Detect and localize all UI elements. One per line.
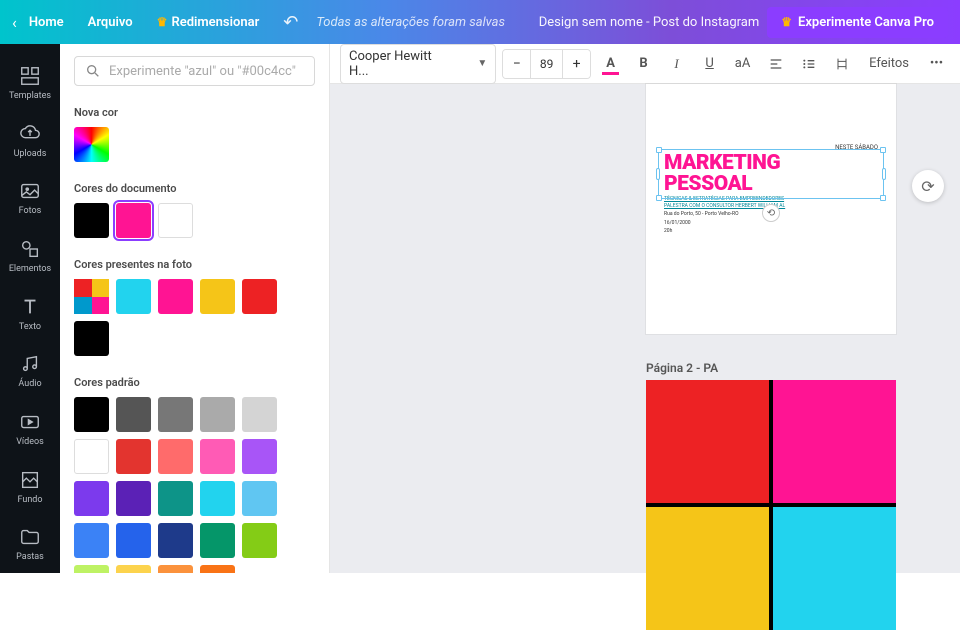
case-button[interactable]: aA bbox=[729, 50, 756, 78]
new-color-picker[interactable] bbox=[74, 127, 109, 162]
color-swatch[interactable] bbox=[242, 481, 277, 516]
color-swatch[interactable] bbox=[158, 397, 193, 432]
color-swatch[interactable] bbox=[74, 481, 109, 516]
page-2-canvas[interactable] bbox=[646, 380, 896, 630]
color-swatch[interactable] bbox=[200, 439, 235, 474]
color-swatch[interactable] bbox=[158, 439, 193, 474]
color-swatch[interactable] bbox=[158, 523, 193, 558]
spacing-button[interactable] bbox=[828, 50, 855, 78]
color-swatch[interactable] bbox=[158, 279, 193, 314]
color-swatch[interactable] bbox=[116, 565, 151, 573]
color-swatch[interactable] bbox=[74, 565, 109, 573]
newcolor-title: Nova cor bbox=[74, 106, 315, 119]
text-toolbar: Cooper Hewitt H...▼ − 89 + A B I U aA Ef… bbox=[330, 44, 960, 84]
rail-background[interactable]: Fundo bbox=[0, 458, 60, 516]
rail-audio[interactable]: Áudio bbox=[0, 342, 60, 400]
try-pro-button[interactable]: ♛Experimente Canva Pro bbox=[767, 7, 948, 38]
search-input[interactable] bbox=[109, 64, 304, 79]
resize-button[interactable]: ♛Redimensionar bbox=[149, 9, 268, 36]
color-swatch[interactable] bbox=[74, 279, 109, 314]
quad-cyan[interactable] bbox=[773, 507, 896, 630]
left-rail: Templates Uploads Fotos Elementos Texto … bbox=[0, 44, 60, 573]
effects-button[interactable]: Efeitos bbox=[861, 50, 917, 78]
crown-icon: ♛ bbox=[157, 15, 168, 29]
color-swatch[interactable] bbox=[242, 523, 277, 558]
align-button[interactable] bbox=[762, 50, 789, 78]
color-swatch[interactable] bbox=[116, 203, 151, 238]
italic-button[interactable]: I bbox=[663, 50, 690, 78]
color-swatch[interactable] bbox=[116, 279, 151, 314]
design-name[interactable]: Design sem nome - Post do Instagram bbox=[539, 15, 760, 30]
color-swatch[interactable] bbox=[242, 397, 277, 432]
back-chevron-icon[interactable]: ‹ bbox=[12, 13, 17, 32]
time-text[interactable]: 20h bbox=[664, 228, 878, 235]
font-size-value[interactable]: 89 bbox=[530, 50, 563, 78]
font-size-increase[interactable]: + bbox=[563, 50, 590, 78]
color-swatch[interactable] bbox=[74, 321, 109, 356]
color-swatch[interactable] bbox=[74, 439, 109, 474]
text-selection-box[interactable]: ⟲ bbox=[658, 149, 884, 199]
underline-button[interactable]: U bbox=[696, 50, 723, 78]
quad-yellow[interactable] bbox=[646, 507, 769, 630]
top-bar: ‹ Home Arquivo ♛Redimensionar ↶ Todas as… bbox=[0, 0, 960, 44]
photocolors-title: Cores presentes na foto bbox=[74, 258, 315, 271]
crown-icon: ♛ bbox=[781, 15, 792, 29]
color-swatch[interactable] bbox=[158, 565, 193, 573]
defaultcolors-title: Cores padrão bbox=[74, 376, 315, 389]
bold-button[interactable]: B bbox=[630, 50, 657, 78]
rail-elements[interactable]: Elementos bbox=[0, 227, 60, 285]
chevron-down-icon: ▼ bbox=[477, 58, 487, 69]
quad-red[interactable] bbox=[646, 380, 769, 503]
page2-label: Página 2 - PA bbox=[646, 361, 718, 375]
color-swatch[interactable] bbox=[242, 279, 277, 314]
color-swatch[interactable] bbox=[200, 279, 235, 314]
rail-text[interactable]: Texto bbox=[0, 285, 60, 343]
color-swatch[interactable] bbox=[158, 481, 193, 516]
search-icon bbox=[85, 63, 101, 79]
color-swatch[interactable] bbox=[200, 397, 235, 432]
rail-photos[interactable]: Fotos bbox=[0, 169, 60, 227]
color-swatch[interactable] bbox=[116, 439, 151, 474]
doccolors-title: Cores do documento bbox=[74, 182, 315, 195]
color-swatch[interactable] bbox=[74, 523, 109, 558]
refresh-button[interactable]: ⟳ bbox=[912, 170, 944, 202]
save-status: Todas as alterações foram salvas bbox=[316, 15, 505, 30]
color-swatch[interactable] bbox=[116, 523, 151, 558]
color-swatch[interactable] bbox=[74, 203, 109, 238]
color-swatch[interactable] bbox=[200, 565, 235, 573]
color-panel: Nova cor Cores do documento Cores presen… bbox=[60, 44, 330, 573]
file-menu[interactable]: Arquivo bbox=[80, 9, 141, 36]
color-swatch[interactable] bbox=[74, 397, 109, 432]
color-search[interactable] bbox=[74, 56, 315, 86]
rotate-handle[interactable]: ⟲ bbox=[762, 204, 780, 222]
rail-templates[interactable]: Templates bbox=[0, 54, 60, 112]
color-swatch[interactable] bbox=[116, 481, 151, 516]
list-button[interactable] bbox=[795, 50, 822, 78]
color-swatch[interactable] bbox=[200, 523, 235, 558]
quad-pink[interactable] bbox=[773, 380, 896, 503]
color-swatch[interactable] bbox=[200, 481, 235, 516]
page-1-canvas[interactable]: NESTE SÁBADO ⟲ MARKETING PESSOAL TÉCNICA… bbox=[646, 84, 896, 334]
color-swatch[interactable] bbox=[242, 439, 277, 474]
color-swatch[interactable] bbox=[158, 203, 193, 238]
rail-folders[interactable]: Pastas bbox=[0, 515, 60, 573]
font-size-decrease[interactable]: − bbox=[503, 50, 530, 78]
rail-uploads[interactable]: Uploads bbox=[0, 112, 60, 170]
font-select[interactable]: Cooper Hewitt H...▼ bbox=[340, 44, 496, 84]
home-link[interactable]: Home bbox=[21, 9, 72, 36]
undo-icon[interactable]: ↶ bbox=[283, 12, 298, 33]
canvas-area: Cooper Hewitt H...▼ − 89 + A B I U aA Ef… bbox=[330, 44, 960, 573]
text-color-button[interactable]: A bbox=[597, 50, 624, 78]
color-swatch[interactable] bbox=[116, 397, 151, 432]
rail-videos[interactable]: Vídeos bbox=[0, 400, 60, 458]
more-menu[interactable]: ••• bbox=[923, 50, 950, 78]
font-size-group: − 89 + bbox=[502, 49, 591, 79]
